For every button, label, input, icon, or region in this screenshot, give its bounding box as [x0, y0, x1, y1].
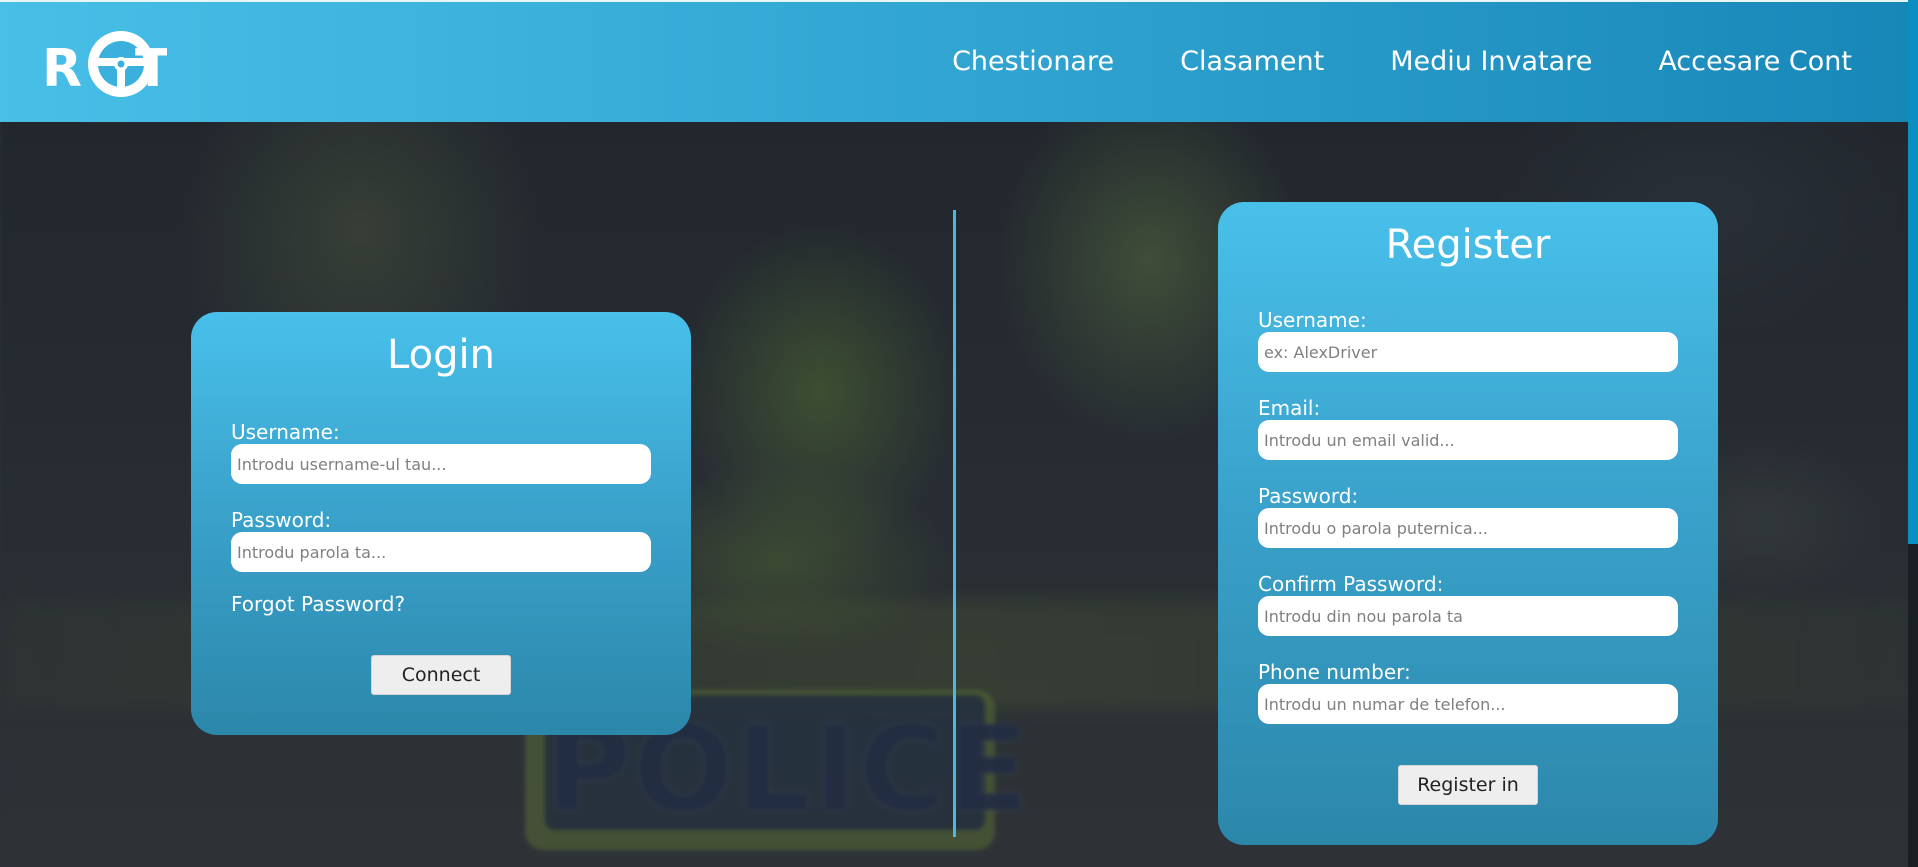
- register-username-input[interactable]: [1258, 332, 1678, 372]
- register-phone-input[interactable]: [1258, 684, 1678, 724]
- login-password-label: Password:: [231, 508, 332, 532]
- login-username-input[interactable]: [231, 444, 651, 484]
- nav-item-chestionare[interactable]: Chestionare: [952, 46, 1114, 77]
- connect-button[interactable]: Connect: [371, 655, 511, 695]
- nav-item-clasament[interactable]: Clasament: [1180, 46, 1324, 77]
- login-username-group: Username:: [231, 420, 651, 484]
- register-confirm-group: Confirm Password:: [1258, 572, 1678, 636]
- register-card: Register Username: Email: Password: Conf…: [1218, 202, 1718, 845]
- register-phone-group: Phone number:: [1258, 660, 1678, 724]
- login-password-group: Password:: [231, 508, 651, 572]
- register-password-group: Password:: [1258, 484, 1678, 548]
- login-username-label: Username:: [231, 420, 340, 444]
- register-confirm-input[interactable]: [1258, 596, 1678, 636]
- register-form: Username: Email: Password: Confirm Passw…: [1258, 308, 1678, 748]
- register-username-label: Username:: [1258, 308, 1367, 332]
- register-button[interactable]: Register in: [1398, 765, 1538, 805]
- register-email-input[interactable]: [1258, 420, 1678, 460]
- main-nav: Chestionare Clasament Mediu Invatare Acc…: [952, 46, 1852, 77]
- login-password-input[interactable]: [231, 532, 651, 572]
- register-username-group: Username:: [1258, 308, 1678, 372]
- register-email-group: Email:: [1258, 396, 1678, 460]
- register-password-label: Password:: [1258, 484, 1359, 508]
- logo-wordmark: R T: [42, 39, 167, 99]
- login-title: Login: [387, 332, 495, 378]
- register-title: Register: [1385, 222, 1551, 268]
- register-password-input[interactable]: [1258, 508, 1678, 548]
- register-confirm-label: Confirm Password:: [1258, 572, 1444, 596]
- logo[interactable]: R T ROT: [42, 26, 167, 102]
- login-card: Login Username: Password: Forgot Passwor…: [191, 312, 691, 735]
- svg-text:T: T: [135, 39, 167, 99]
- register-phone-label: Phone number:: [1258, 660, 1411, 684]
- nav-item-accesare-cont[interactable]: Accesare Cont: [1658, 46, 1852, 77]
- register-email-label: Email:: [1258, 396, 1321, 420]
- forgot-password-link[interactable]: Forgot Password?: [231, 592, 651, 616]
- svg-text:R: R: [42, 39, 82, 99]
- login-form: Username: Password: Forgot Password?: [231, 420, 651, 616]
- nav-item-mediu-invatare[interactable]: Mediu Invatare: [1390, 46, 1592, 77]
- section-divider: [953, 210, 956, 837]
- page-scrollbar-thumb[interactable]: [1908, 0, 1918, 544]
- top-navbar: R T ROT Chestionare Clasament Mediu Inva…: [0, 0, 1910, 122]
